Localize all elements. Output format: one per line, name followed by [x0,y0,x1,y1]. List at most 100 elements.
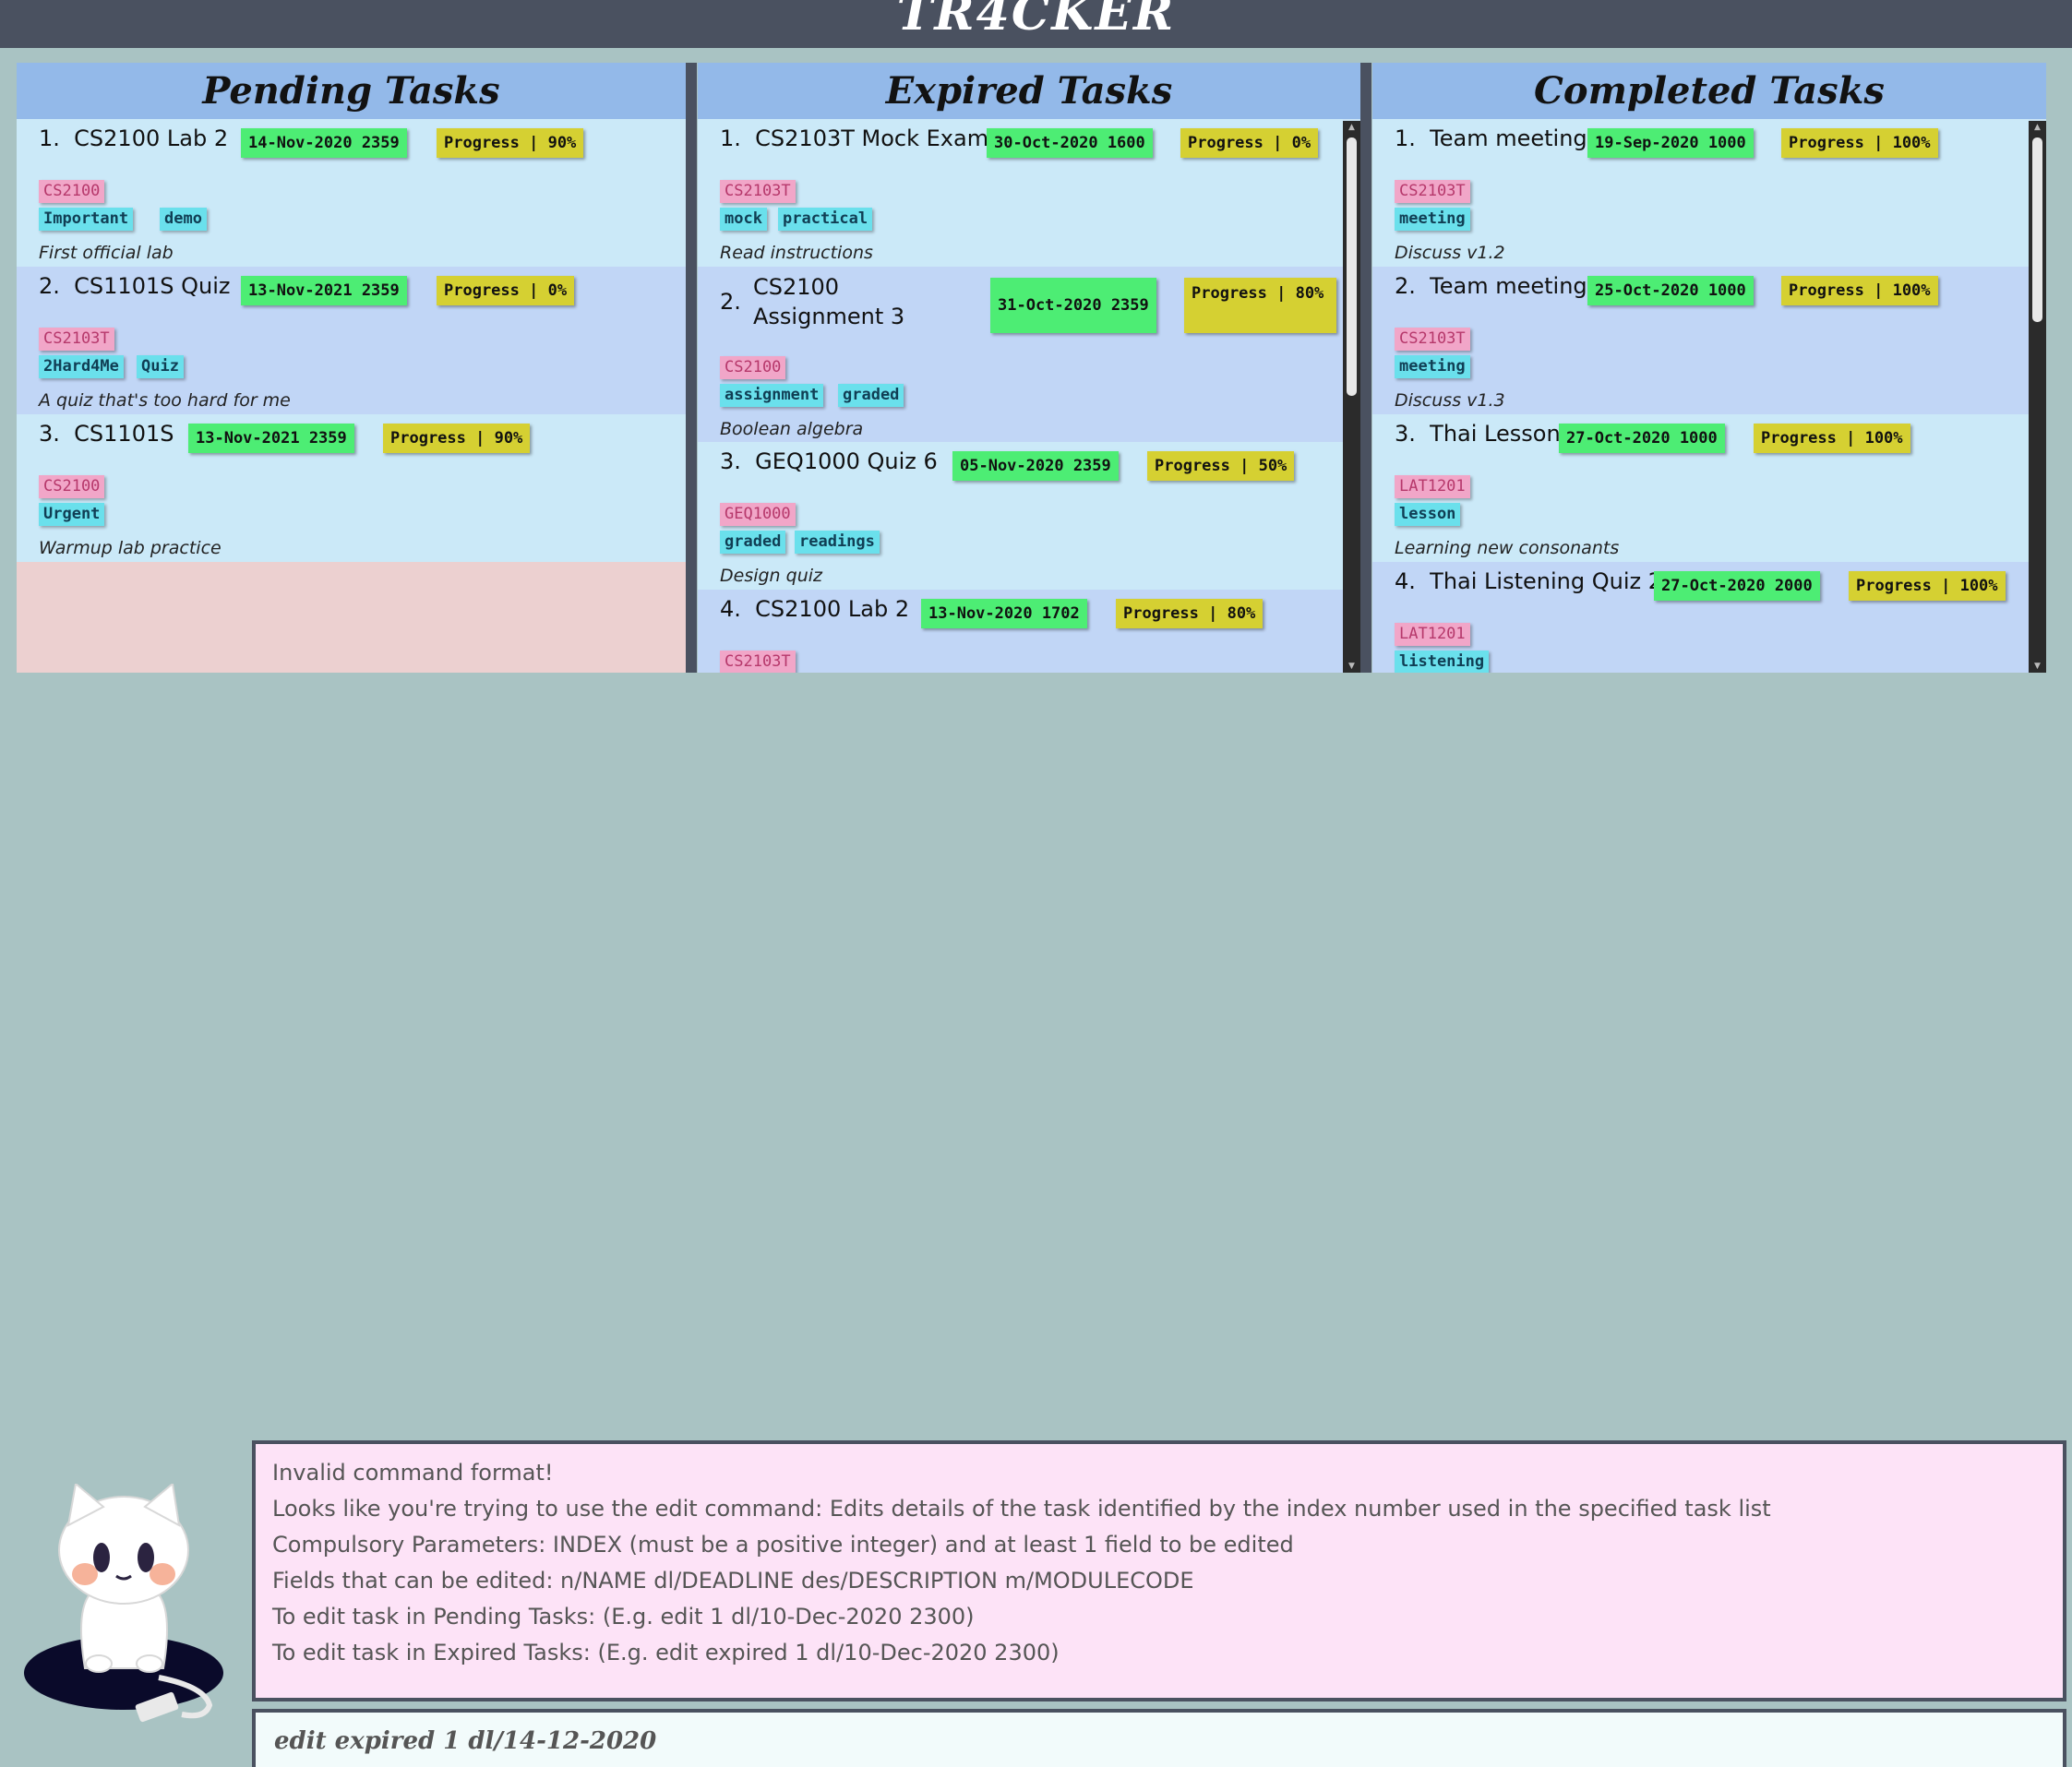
progress-badge: Progress | 100% [1781,276,1938,305]
module-tag: CS2100 [39,475,105,498]
progress-badge: Progress | 0% [437,276,575,305]
deadline-badge: 14-Nov-2020 2359 [241,128,407,158]
deadline-badge: 05-Nov-2020 2359 [952,451,1119,481]
task-title: 3. CS1101S [39,421,174,447]
task-tag: meeting [1395,208,1470,231]
module-tag: CS2103T [39,328,114,351]
task-title: 4. CS2100 Lab 2 [720,596,910,622]
deadline-badge: 25-Oct-2020 1000 [1587,276,1754,305]
result-line: Invalid command format! [272,1460,554,1486]
module-tag: GEQ1000 [720,503,796,526]
progress-badge: Progress | 0% [1180,128,1319,158]
scroll-thumb[interactable] [1347,137,1357,396]
deadline-badge: 30-Oct-2020 1600 [987,128,1153,158]
progress-badge: Progress | 100% [1754,424,1910,453]
task-description: Boolean algebra [720,419,864,439]
task-title: 2. Team meeting [1395,273,1587,299]
progress-badge: Progress | 100% [1849,571,2006,601]
task-name: CS1101S [74,421,174,447]
task-title: 3. Thai Lesson [1395,421,1561,447]
task-tag: Quiz [137,355,184,378]
task-tag: graded [838,384,904,407]
task-card[interactable]: 3. GEQ1000 Quiz 6 05-Nov-2020 2359 Progr… [698,442,1343,590]
panel-divider [1360,63,1371,673]
task-name: CS2103T Mock Exam [755,125,989,151]
scroll-up-arrow-icon[interactable]: ▲ [2029,121,2046,134]
task-card[interactable]: 3. CS1101S 13-Nov-2021 2359 Progress | 9… [17,414,686,562]
scroll-thumb[interactable] [2032,137,2042,322]
completed-panel-header: Completed Tasks [1372,63,2046,119]
command-text[interactable]: edit expired 1 dl/14-12-2020 [274,1727,656,1755]
expired-tasks-panel: Expired Tasks 1. CS2103T Mock Exam 30-Oc… [698,63,1360,673]
progress-badge: Progress | 80% [1116,599,1264,628]
task-name: Thai Listening Quiz 2 [1430,568,1662,594]
result-line: Looks like you're trying to use the edit… [272,1496,1771,1522]
task-title: 3. GEQ1000 Quiz 6 [720,448,938,474]
app-header: TR4CKER [0,0,2072,48]
task-card[interactable]: 2. CS1101S Quiz 13-Nov-2021 2359 Progres… [17,267,686,414]
task-title: 4. Thai Listening Quiz 2 [1395,568,1662,594]
task-card[interactable]: 4. Thai Listening Quiz 2 27-Oct-2020 200… [1372,562,2029,673]
task-card[interactable]: 1. CS2103T Mock Exam 30-Oct-2020 1600 Pr… [698,119,1343,267]
task-name: Team meeting [1430,273,1587,299]
task-name: GEQ1000 Quiz 6 [755,448,938,474]
deadline-badge: 31-Oct-2020 2359 [990,278,1156,333]
task-card[interactable]: 4. CS2100 Lab 2 13-Nov-2020 1702 Progres… [698,590,1343,673]
expired-task-list[interactable]: 1. CS2103T Mock Exam 30-Oct-2020 1600 Pr… [698,119,1343,673]
completed-panel-title: Completed Tasks [1534,69,1885,113]
scroll-up-arrow-icon[interactable]: ▲ [1343,121,1360,134]
task-title: 1. CS2100 Lab 2 [39,125,229,151]
module-tag: CS2103T [720,651,796,673]
task-tag: readings [795,531,880,554]
task-description: Design quiz [720,566,822,586]
progress-badge: Progress | 80% [1184,278,1336,333]
completed-scrollbar[interactable]: ▲ ▼ [2029,121,2046,673]
task-name: CS2100 Assignment 3 [753,274,905,329]
task-title: 2. CS2100 Assignment 3 [720,272,969,331]
progress-badge: Progress | 90% [437,128,584,158]
task-tag: assignment [720,384,824,407]
task-description: A quiz that's too hard for me [39,390,291,411]
task-tag: Important [39,208,134,231]
deadline-badge: 13-Nov-2021 2359 [241,276,407,305]
result-line: To edit task in Pending Tasks: (E.g. edi… [272,1604,975,1630]
expired-scrollbar[interactable]: ▲ ▼ [1343,121,1360,673]
pending-task-list[interactable]: 1. CS2100 Lab 2 14-Nov-2020 2359 Progres… [17,119,686,673]
task-tag: listening [1395,651,1490,673]
task-description: Learning new consonants [1395,538,1620,558]
module-tag: LAT1201 [1395,475,1470,498]
task-card[interactable]: 1. CS2100 Lab 2 14-Nov-2020 2359 Progres… [17,119,686,267]
completed-task-list[interactable]: 1. Team meeting 19-Sep-2020 1000 Progres… [1372,119,2029,673]
task-title: 2. CS1101S Quiz [39,273,231,299]
scroll-down-arrow-icon[interactable]: ▼ [1343,660,1360,673]
task-description: Discuss v1.3 [1395,390,1505,411]
deadline-badge: 13-Nov-2020 1702 [921,599,1087,628]
task-tag: lesson [1395,503,1461,526]
task-tag: graded [720,531,786,554]
result-line: To edit task in Expired Tasks: (E.g. edi… [272,1640,1060,1666]
task-card[interactable]: 2. Team meeting 25-Oct-2020 1000 Progres… [1372,267,2029,414]
result-line: Fields that can be edited: n/NAME dl/DEA… [272,1568,1194,1594]
command-input[interactable]: edit expired 1 dl/14-12-2020 [252,1709,2066,1767]
task-card[interactable]: 1. Team meeting 19-Sep-2020 1000 Progres… [1372,119,2029,267]
task-card[interactable]: 3. Thai Lesson 27-Oct-2020 1000 Progress… [1372,414,2029,562]
task-title: 1. CS2103T Mock Exam [720,125,989,151]
deadline-badge: 27-Oct-2020 2000 [1654,571,1820,601]
deadline-badge: 27-Oct-2020 1000 [1559,424,1725,453]
pending-panel-header: Pending Tasks [17,63,686,119]
module-tag: CS2103T [1395,328,1470,351]
task-description: Warmup lab practice [39,538,222,558]
cat-mascot-icon [24,1484,223,1723]
scroll-down-arrow-icon[interactable]: ▼ [2029,660,2046,673]
task-tag: 2Hard4Me [39,355,124,378]
task-tag: Urgent [39,503,105,526]
task-card[interactable]: 2. CS2100 Assignment 3 31-Oct-2020 2359 P… [698,267,1343,442]
task-description: Discuss v1.2 [1395,243,1505,263]
pending-tasks-panel: Pending Tasks 1. CS2100 Lab 2 14-Nov-202… [17,63,686,673]
expired-panel-title: Expired Tasks [885,69,1173,113]
progress-badge: Progress | 50% [1147,451,1295,481]
deadline-badge: 13-Nov-2021 2359 [188,424,354,453]
expired-panel-header: Expired Tasks [698,63,1360,119]
panel-divider [686,63,697,673]
module-tag: CS2103T [1395,180,1470,203]
